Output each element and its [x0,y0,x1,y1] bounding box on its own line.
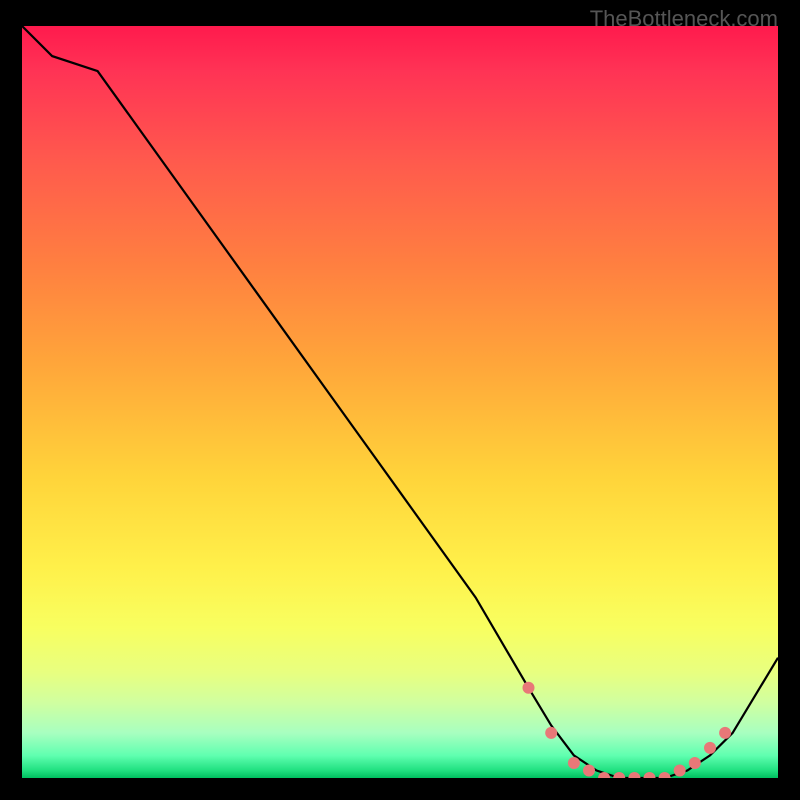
chart-svg [22,26,778,778]
watermark-text: TheBottleneck.com [590,6,778,32]
marker-dot [583,765,595,777]
marker-dot [659,772,671,778]
marker-dot [719,727,731,739]
bottleneck-curve [22,26,778,778]
marker-dot [644,772,656,778]
marker-dot [568,757,580,769]
marker-dot [523,682,535,694]
marker-dot [545,727,557,739]
marker-dot [689,757,701,769]
chart-container: TheBottleneck.com [0,0,800,800]
highlight-markers [523,682,732,778]
marker-dot [598,772,610,778]
marker-dot [674,765,686,777]
marker-dot [628,772,640,778]
marker-dot [704,742,716,754]
marker-dot [613,772,625,778]
